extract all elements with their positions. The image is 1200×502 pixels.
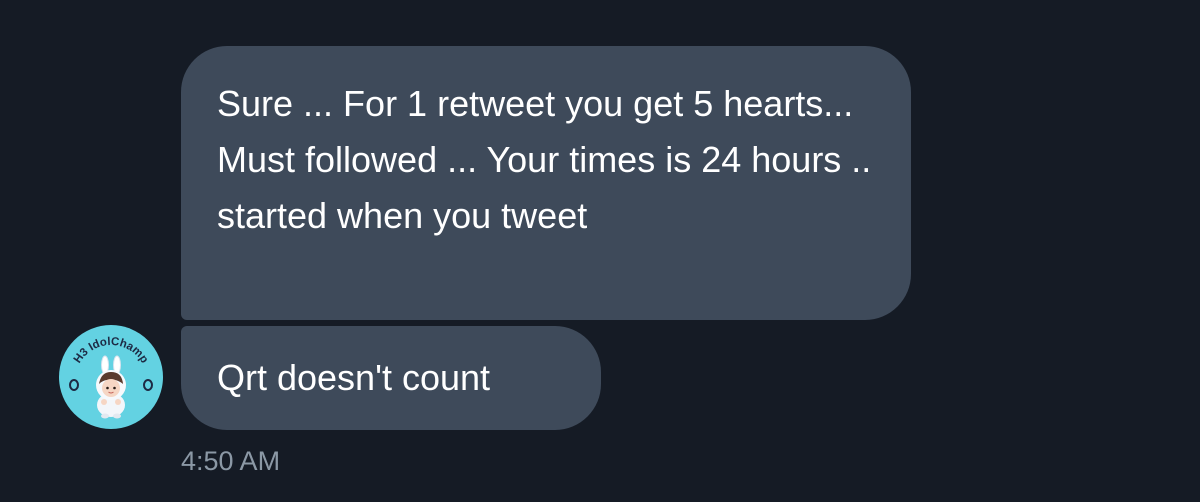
message-text: Qrt doesn't count [217,357,491,398]
message-timestamp: 4:50 AM [181,446,281,476]
avatar[interactable]: H3 IdolChamp [59,325,163,429]
dm-conversation: Sure ... For 1 retweet you get 5 hearts.… [0,0,1200,502]
message-bubble[interactable]: Qrt doesn't count [181,326,601,430]
message-bubble[interactable]: Sure ... For 1 retweet you get 5 hearts.… [181,46,911,320]
avatar-logo-icon: H3 IdolChamp [69,336,153,419]
message-text: Sure ... For 1 retweet you get 5 hearts.… [217,83,872,236]
avatar-logo-text: H3 IdolChamp [72,336,151,366]
